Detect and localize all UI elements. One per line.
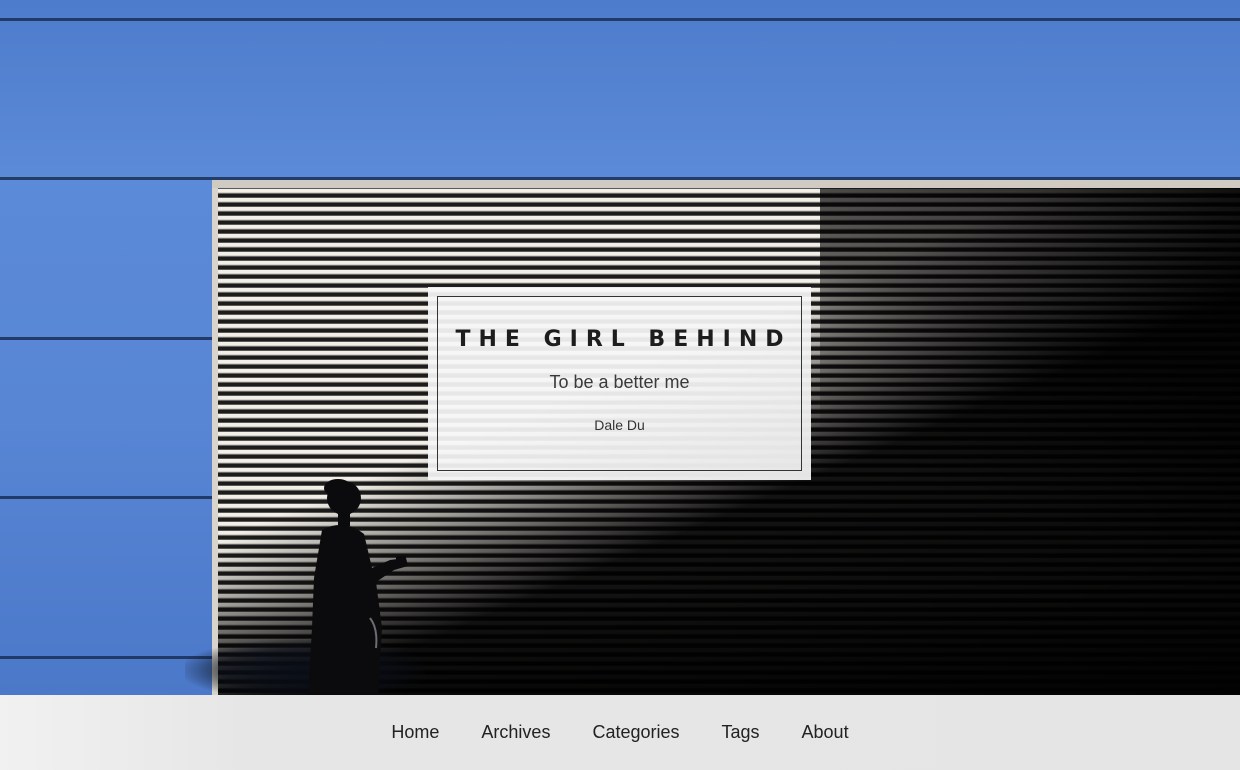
nav-item-categories[interactable]: Categories bbox=[592, 722, 679, 743]
site-title[interactable]: THE GIRL BEHIND bbox=[438, 327, 801, 352]
nav-item-home[interactable]: Home bbox=[391, 722, 439, 743]
wall-seam-line bbox=[0, 18, 1240, 21]
title-card-border: THE GIRL BEHIND To be a better me Dale D… bbox=[437, 296, 802, 471]
shutter-frame-top bbox=[212, 180, 1240, 188]
wall-seam-line bbox=[0, 656, 212, 659]
wall-seam-line bbox=[0, 496, 212, 499]
site-title-card: THE GIRL BEHIND To be a better me Dale D… bbox=[428, 287, 811, 480]
wall-seam-line bbox=[0, 337, 212, 340]
hero-banner: THE GIRL BEHIND To be a better me Dale D… bbox=[0, 0, 1240, 695]
nav-item-tags[interactable]: Tags bbox=[722, 722, 760, 743]
person-silhouette-image bbox=[308, 479, 408, 695]
nav-item-about[interactable]: About bbox=[802, 722, 849, 743]
main-navigation: Home Archives Categories Tags About bbox=[0, 695, 1240, 770]
nav-item-archives[interactable]: Archives bbox=[481, 722, 550, 743]
site-author: Dale Du bbox=[594, 417, 645, 433]
site-subtitle: To be a better me bbox=[549, 372, 690, 392]
